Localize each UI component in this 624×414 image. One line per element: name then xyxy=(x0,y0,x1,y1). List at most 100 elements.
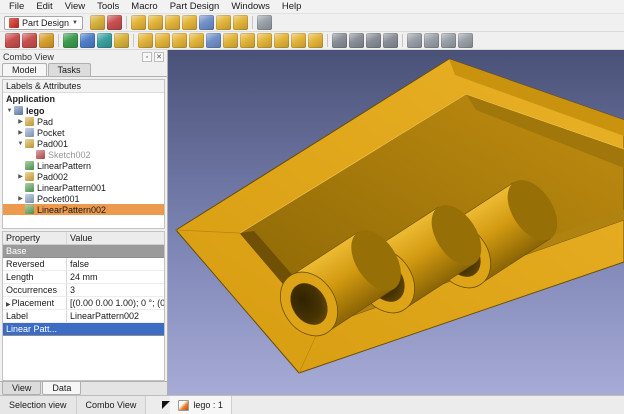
clone-icon[interactable] xyxy=(114,33,129,48)
tree-expander[interactable]: ▼ xyxy=(5,108,14,114)
toolbar-separator xyxy=(327,34,328,47)
multi-transform-icon[interactable] xyxy=(383,33,398,48)
datum-line-icon[interactable] xyxy=(63,33,78,48)
measure-refresh-icon[interactable] xyxy=(441,33,456,48)
close-panel-icon[interactable]: ✕ xyxy=(154,52,164,62)
revolution-icon[interactable] xyxy=(148,15,163,30)
property-row-label[interactable]: LabelLinearPattern002 xyxy=(3,310,164,323)
tab-tasks[interactable]: Tasks xyxy=(48,63,91,76)
menu-windows[interactable]: Windows xyxy=(225,0,276,14)
datum-point-icon[interactable] xyxy=(39,33,54,48)
tree-item-linearpattern[interactable]: LinearPattern xyxy=(3,160,164,171)
tree-expander[interactable]: ▶ xyxy=(16,118,25,125)
menu-edit[interactable]: Edit xyxy=(30,0,58,14)
menu-part-design[interactable]: Part Design xyxy=(164,0,226,14)
pipe-tool-icon[interactable] xyxy=(189,33,204,48)
tree-expander[interactable]: ▼ xyxy=(16,141,25,147)
tree-item-pad002[interactable]: ▶Pad002 xyxy=(3,171,164,182)
tab-model[interactable]: Model xyxy=(2,63,47,76)
pad-icon[interactable] xyxy=(131,15,146,30)
tree-expander[interactable]: ▶ xyxy=(16,173,25,180)
pocket-feature-icon xyxy=(25,128,34,137)
toolbar-separator xyxy=(58,34,59,47)
property-row-occurrences[interactable]: Occurrences3 xyxy=(3,284,164,297)
combo-view-tab[interactable]: Combo View xyxy=(77,396,147,414)
menu-file[interactable]: File xyxy=(3,0,30,14)
freecad-window: FileEditViewToolsMacroPart DesignWindows… xyxy=(0,0,624,414)
menu-tools[interactable]: Tools xyxy=(91,0,125,14)
hole-tool-icon[interactable] xyxy=(223,33,238,48)
boolean-operation-icon[interactable] xyxy=(22,33,37,48)
tree-items: ▼lego▶Pad▶Pocket▼Pad001Sketch002LinearPa… xyxy=(3,105,164,215)
tree-expander[interactable]: ▶ xyxy=(16,195,25,202)
tree-item-pad[interactable]: ▶Pad xyxy=(3,116,164,127)
property-group-base[interactable]: Base xyxy=(3,245,164,258)
measure-clear-icon[interactable] xyxy=(458,33,473,48)
datum-plane-icon[interactable] xyxy=(80,33,95,48)
tree-expander[interactable]: ▶ xyxy=(16,129,25,136)
freecad-document-icon xyxy=(178,400,189,411)
revolution-tool-icon[interactable] xyxy=(155,33,170,48)
draft-icon[interactable] xyxy=(291,33,306,48)
chamfer-icon[interactable] xyxy=(257,15,272,30)
toolbar-tools xyxy=(0,32,624,50)
hole-icon[interactable] xyxy=(216,15,231,30)
tree-header: Labels & Attributes xyxy=(3,80,164,93)
migrate-sketch-icon[interactable] xyxy=(5,33,20,48)
property-value[interactable]: 3 xyxy=(67,284,164,296)
property-value[interactable]: LinearPattern002 xyxy=(67,310,164,322)
workbench-selector[interactable]: Part Design ▼ xyxy=(4,16,83,30)
document-tab[interactable]: lego : 1 xyxy=(170,396,232,414)
additive-pipe-icon[interactable] xyxy=(182,15,197,30)
thickness-icon[interactable] xyxy=(308,33,323,48)
menu-view[interactable]: View xyxy=(59,0,91,14)
linear-pattern-feature-icon xyxy=(25,161,34,170)
tab-view[interactable]: View xyxy=(2,382,41,395)
menu-macro[interactable]: Macro xyxy=(125,0,163,14)
3d-viewport[interactable] xyxy=(168,50,624,395)
measure-angular-icon[interactable] xyxy=(424,33,439,48)
shape-binder-icon[interactable] xyxy=(97,33,112,48)
tree-item-linearpattern001[interactable]: LinearPattern001 xyxy=(3,182,164,193)
tree-item-pocket[interactable]: ▶Pocket xyxy=(3,127,164,138)
create-body-icon[interactable] xyxy=(90,15,105,30)
model-tree: Labels & Attributes Application ▼lego▶Pa… xyxy=(2,79,165,229)
property-row-length[interactable]: Length24 mm xyxy=(3,271,164,284)
toolbar-workbench: Part Design ▼ xyxy=(0,14,624,32)
mirrored-icon[interactable] xyxy=(332,33,347,48)
tree-item-pocket001[interactable]: ▶Pocket001 xyxy=(3,193,164,204)
fillet-icon[interactable] xyxy=(257,33,272,48)
tree-item-linearpattern002[interactable]: LinearPattern002 xyxy=(3,204,164,215)
pocket-icon[interactable] xyxy=(199,15,214,30)
measure-linear-icon[interactable] xyxy=(407,33,422,48)
create-sketch-icon[interactable] xyxy=(107,15,122,30)
tree-item-pad001[interactable]: ▼ Pad001 xyxy=(3,138,164,149)
float-panel-icon[interactable]: ▫ xyxy=(142,52,152,62)
groove-tool-icon[interactable] xyxy=(240,33,255,48)
property-expander[interactable]: ▶ xyxy=(6,302,11,308)
additive-loft-icon[interactable] xyxy=(165,15,180,30)
tree-item-lego[interactable]: ▼lego xyxy=(3,105,164,116)
tree-item-label: LinearPattern001 xyxy=(37,183,106,193)
property-group-linear-patt-[interactable]: Linear Patt... xyxy=(3,323,164,336)
property-value[interactable]: 24 mm xyxy=(67,271,164,283)
loft-tool-icon[interactable] xyxy=(172,33,187,48)
selection-view-tab[interactable]: Selection view xyxy=(0,396,77,414)
property-value[interactable]: [(0.00 0.00 1.00); 0 °; (0 mm 0 mm 0 ... xyxy=(67,297,164,309)
tree-item-sketch002[interactable]: Sketch002 xyxy=(3,149,164,160)
chamfer-tool-icon[interactable] xyxy=(274,33,289,48)
pad-tool-icon[interactable] xyxy=(138,33,153,48)
menu-help[interactable]: Help xyxy=(276,0,308,14)
tree-item-label: Sketch002 xyxy=(48,150,91,160)
tree-item-label: Pad001 xyxy=(37,139,68,149)
tab-data[interactable]: Data xyxy=(42,382,81,395)
polar-pattern-icon[interactable] xyxy=(366,33,381,48)
property-value[interactable]: false xyxy=(67,258,164,270)
tree-root-application[interactable]: Application xyxy=(3,93,164,105)
pocket-tool-icon[interactable] xyxy=(206,33,221,48)
property-row-reversed[interactable]: Reversedfalse xyxy=(3,258,164,271)
linear-pattern-icon[interactable] xyxy=(349,33,364,48)
linear-pattern-feature-icon xyxy=(25,205,34,214)
groove-icon[interactable] xyxy=(233,15,248,30)
property-row-placement[interactable]: ▶Placement[(0.00 0.00 1.00); 0 °; (0 mm … xyxy=(3,297,164,310)
